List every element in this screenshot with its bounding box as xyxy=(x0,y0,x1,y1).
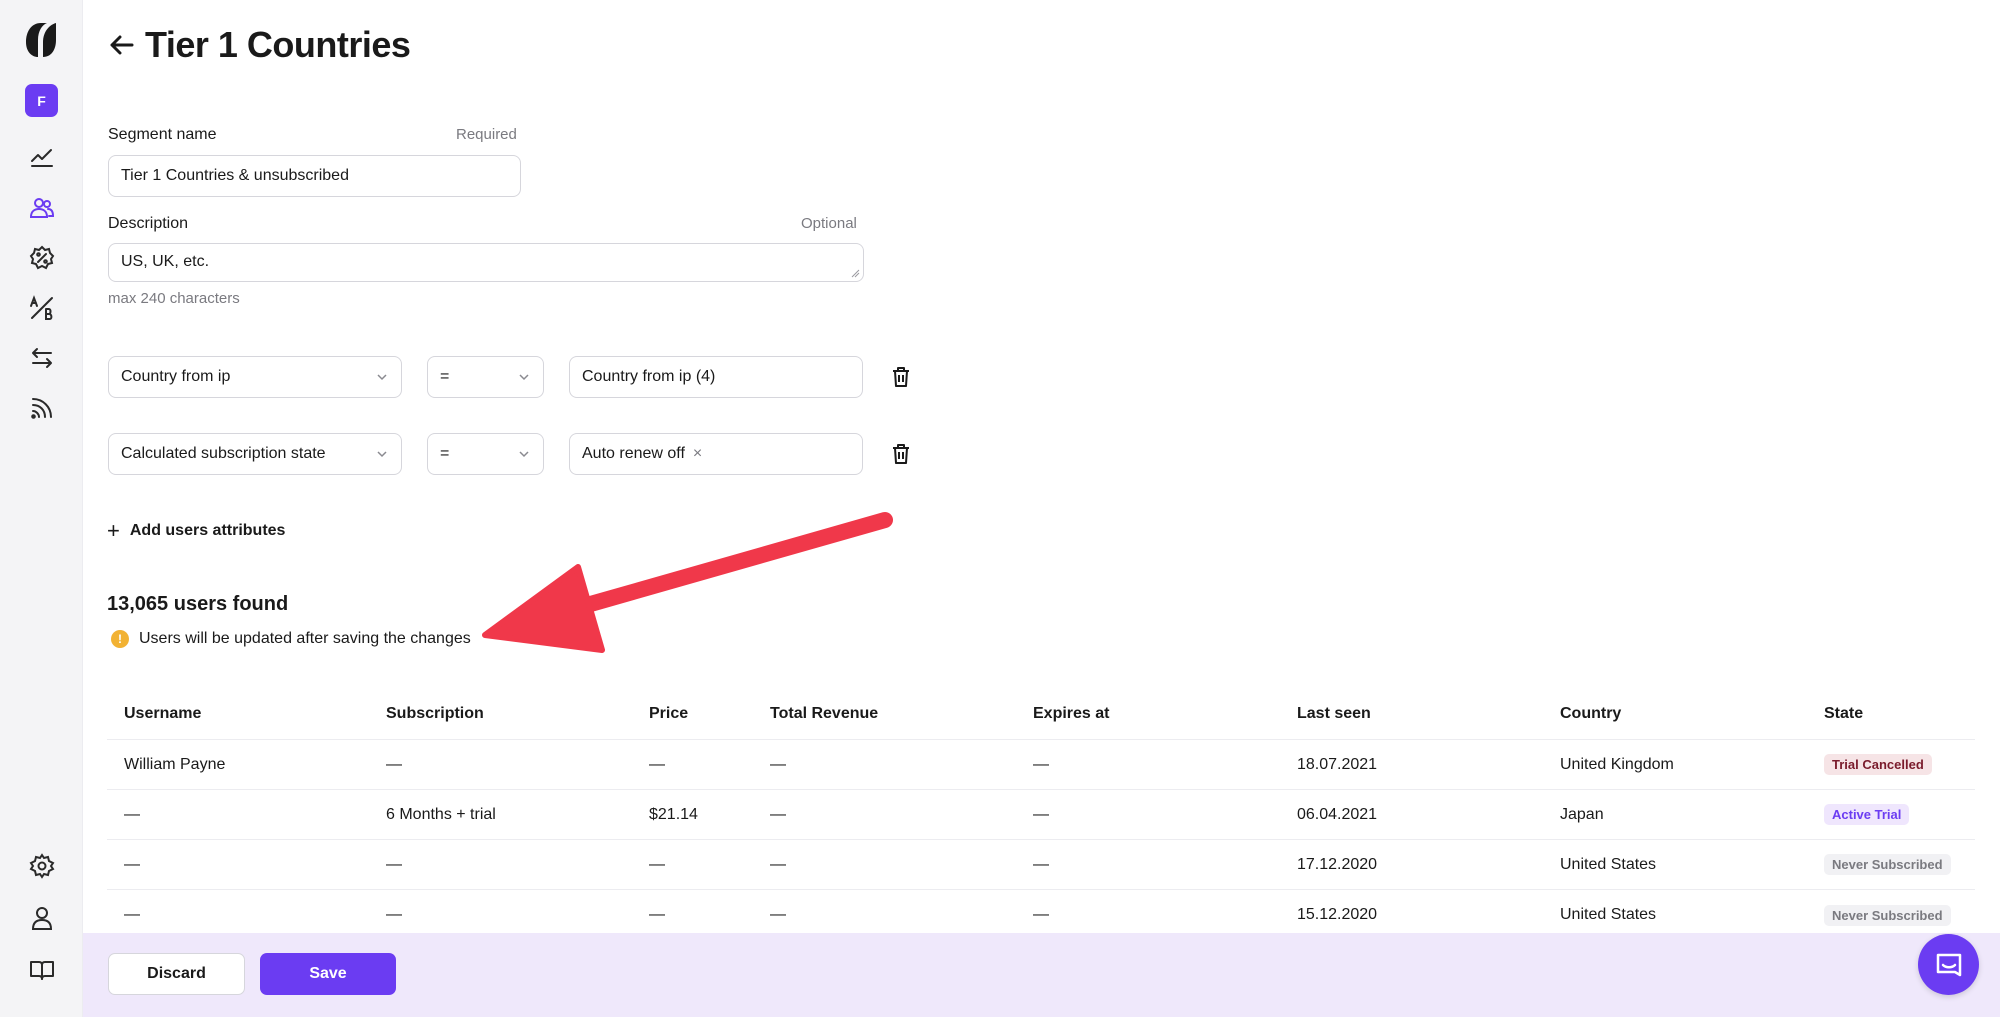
chevron-down-icon xyxy=(519,451,529,458)
filter-operator-value: = xyxy=(440,445,450,462)
column-header[interactable]: Country xyxy=(1560,688,1621,739)
table-header-row: Username Subscription Price Total Revenu… xyxy=(107,688,1975,740)
cell-subscription: — xyxy=(386,755,402,773)
cell-country: United Kingdom xyxy=(1560,755,1674,773)
update-warning-text: Users will be updated after saving the c… xyxy=(139,630,471,647)
cell-expires-at: — xyxy=(1033,855,1049,873)
chat-icon xyxy=(1936,953,1961,976)
cell-username: William Payne xyxy=(124,755,226,773)
cell-total-revenue: — xyxy=(770,805,786,823)
chat-support-button[interactable] xyxy=(1918,934,1979,995)
column-header[interactable]: Expires at xyxy=(1033,688,1109,739)
segment-name-input[interactable]: Tier 1 Countries & unsubscribed xyxy=(108,155,521,197)
description-char-limit: max 240 characters xyxy=(108,290,240,307)
plus-icon: + xyxy=(107,518,120,543)
filter-attribute-value: Country from ip xyxy=(121,368,231,385)
chevron-down-icon xyxy=(519,374,529,381)
segment-name-required-hint: Required xyxy=(456,126,517,143)
discard-button[interactable]: Discard xyxy=(108,953,245,995)
cell-expires-at: — xyxy=(1033,755,1049,773)
cell-total-revenue: — xyxy=(770,755,786,773)
description-value: US, UK, etc. xyxy=(121,253,210,270)
page-header: Tier 1 Countries xyxy=(107,24,411,66)
ab-test-icon[interactable] xyxy=(26,292,58,324)
chip-remove-icon[interactable]: × xyxy=(693,445,702,463)
column-header[interactable]: Total Revenue xyxy=(770,688,878,739)
footer-action-bar: Discard Save xyxy=(83,933,2000,1017)
cell-last-seen: 06.04.2021 xyxy=(1297,805,1378,823)
filter-operator-select[interactable]: = xyxy=(427,433,544,475)
trash-icon[interactable] xyxy=(889,365,913,389)
filter-operator-value: = xyxy=(440,368,450,385)
users-table: Username Subscription Price Total Revenu… xyxy=(107,688,1975,940)
analytics-icon[interactable] xyxy=(26,142,58,174)
profile-icon[interactable] xyxy=(26,902,58,934)
description-optional-hint: Optional xyxy=(801,215,857,232)
filter-value-select[interactable]: Auto renew off × xyxy=(569,433,863,475)
users-icon[interactable] xyxy=(26,192,58,224)
status-badge: Never Subscribed xyxy=(1824,904,1951,926)
sidebar: F xyxy=(0,0,83,1017)
cell-subscription: 6 Months + trial xyxy=(386,805,496,823)
filter-attribute-select[interactable]: Country from ip xyxy=(108,356,402,398)
cell-expires-at: — xyxy=(1033,805,1049,823)
cell-price: — xyxy=(649,855,665,873)
description-label: Description xyxy=(108,215,189,232)
cell-price: — xyxy=(649,755,665,773)
gear-icon[interactable] xyxy=(26,850,58,882)
cell-total-revenue: — xyxy=(770,855,786,873)
column-header[interactable]: State xyxy=(1824,688,1863,739)
table-row[interactable]: — — — — — 17.12.2020 United States Never… xyxy=(107,840,1975,890)
page-title: Tier 1 Countries xyxy=(145,24,411,65)
transfer-icon[interactable] xyxy=(26,342,58,374)
add-users-attributes-label: Add users attributes xyxy=(129,522,286,539)
book-icon[interactable] xyxy=(26,954,58,986)
column-header[interactable]: Subscription xyxy=(386,688,484,739)
cell-subscription: — xyxy=(386,855,402,873)
segment-name-value: Tier 1 Countries & unsubscribed xyxy=(121,167,349,184)
cell-last-seen: 18.07.2021 xyxy=(1297,755,1378,773)
workspace-avatar[interactable]: F xyxy=(25,84,58,117)
add-users-attributes-button[interactable]: + Add users attributes xyxy=(107,520,285,542)
segment-name-label: Segment name xyxy=(108,126,217,143)
status-badge: Active Trial xyxy=(1824,804,1910,825)
filter-value-select[interactable]: Country from ip (4) xyxy=(569,356,863,398)
filter-operator-select[interactable]: = xyxy=(427,356,544,398)
save-button[interactable]: Save xyxy=(260,953,396,995)
table-row[interactable]: — 6 Months + trial $21.14 — — 06.04.2021… xyxy=(107,790,1975,840)
users-found-count: 13,065 users found xyxy=(107,593,289,615)
column-header[interactable]: Last seen xyxy=(1297,688,1371,739)
filter-value-chip: Auto renew off xyxy=(582,445,685,462)
main-content: Tier 1 Countries Segment name Required T… xyxy=(83,0,2000,1017)
chevron-down-icon xyxy=(377,374,387,381)
cell-country: United States xyxy=(1560,855,1657,873)
cell-username: — xyxy=(124,855,140,873)
resize-grip-icon[interactable] xyxy=(850,268,860,278)
feed-icon[interactable] xyxy=(26,392,58,424)
filter-attribute-value: Calculated subscription state xyxy=(121,445,326,462)
trash-icon[interactable] xyxy=(889,442,913,466)
warning-icon: ! xyxy=(111,630,129,648)
discount-icon[interactable] xyxy=(26,242,58,274)
cell-last-seen: 17.12.2020 xyxy=(1297,855,1378,873)
cell-country: Japan xyxy=(1560,805,1604,823)
status-badge: Trial Cancelled xyxy=(1824,754,1932,775)
cell-username: — xyxy=(124,805,140,823)
cell-price: $21.14 xyxy=(649,805,698,823)
description-textarea[interactable]: US, UK, etc. xyxy=(108,243,864,282)
column-header[interactable]: Username xyxy=(124,688,201,739)
back-arrow-icon[interactable] xyxy=(107,30,137,60)
chevron-down-icon xyxy=(377,451,387,458)
app-logo[interactable] xyxy=(23,20,59,60)
update-warning: ! Users will be updated after saving the… xyxy=(111,630,471,648)
filter-attribute-select[interactable]: Calculated subscription state xyxy=(108,433,402,475)
status-badge: Never Subscribed xyxy=(1824,854,1951,875)
table-row[interactable]: William Payne — — — — 18.07.2021 United … xyxy=(107,740,1975,790)
column-header[interactable]: Price xyxy=(649,688,688,739)
filter-value: Country from ip (4) xyxy=(582,368,716,385)
